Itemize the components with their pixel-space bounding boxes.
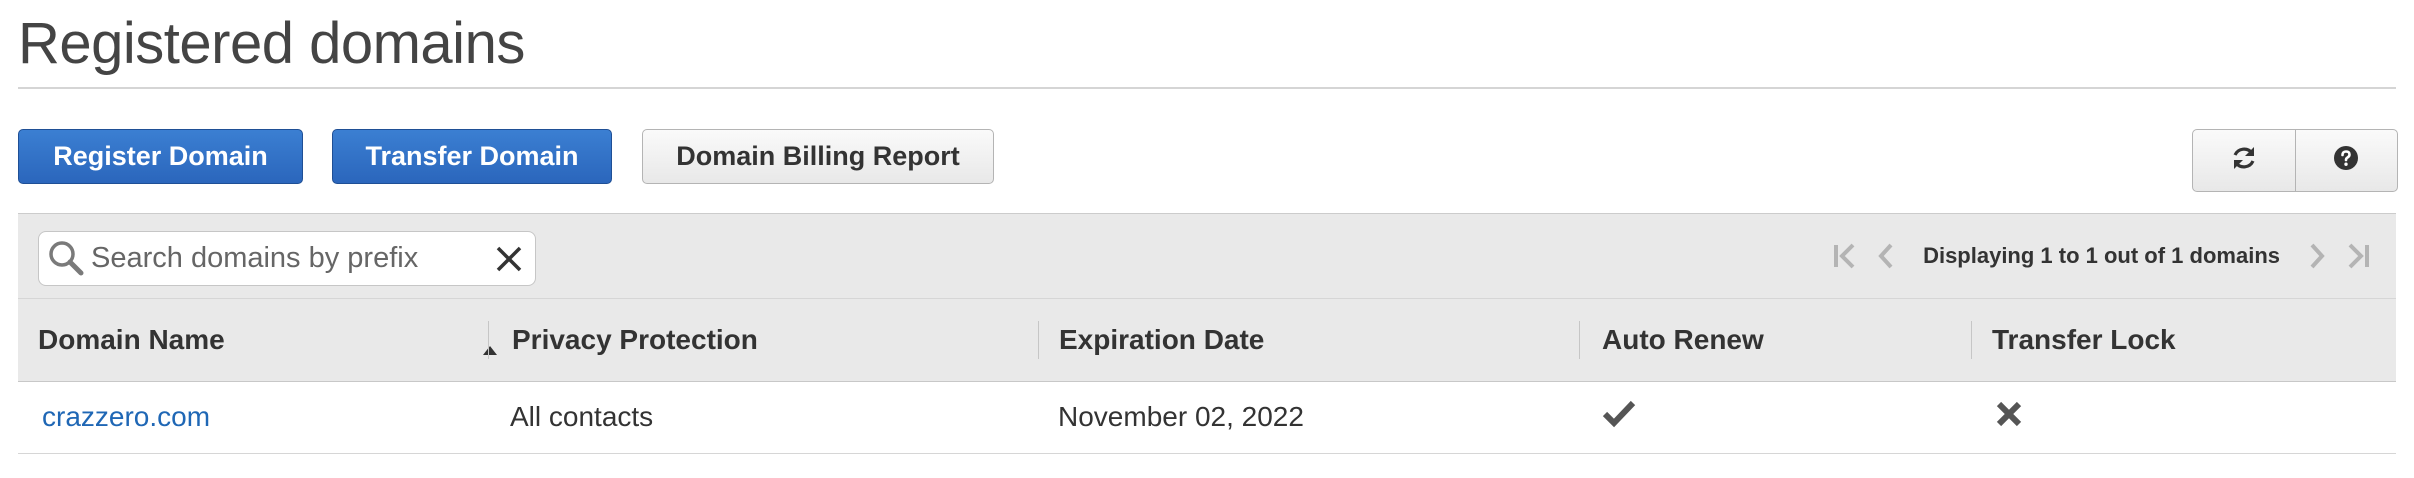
domain-link[interactable]: crazzero.com [42,401,210,433]
transfer-lock-cell [1994,381,2024,453]
table-toolbar: Displaying 1 to 1 out of 1 domains [18,213,2396,298]
column-label: Privacy Protection [512,324,758,355]
search-icon [47,239,85,282]
search-input[interactable] [91,232,471,285]
previous-page-icon[interactable] [1873,241,1899,271]
column-divider [1579,321,1580,359]
help-button[interactable] [2294,130,2398,191]
cross-icon [1994,399,2024,436]
column-header-domain-name[interactable]: Domain Name [38,299,498,381]
register-domain-button[interactable]: Register Domain [18,129,303,184]
pagination: Displaying 1 to 1 out of 1 domains [1825,214,2378,298]
column-label: Expiration Date [1059,324,1265,355]
domain-billing-report-button[interactable]: Domain Billing Report [642,129,994,184]
last-page-icon[interactable] [2342,241,2372,271]
privacy-protection-cell: All contacts [510,401,654,432]
column-header-privacy-protection[interactable]: Privacy Protection [512,299,1032,381]
refresh-button[interactable] [2193,130,2295,191]
column-label: Auto Renew [1602,324,1764,355]
registered-domains-page: Registered domains Register Domain Trans… [0,0,2414,478]
sort-ascending-icon [482,332,498,364]
utility-button-group [2192,129,2398,192]
pagination-status: Displaying 1 to 1 out of 1 domains [1923,243,2280,268]
page-title: Registered domains [18,11,525,76]
next-page-icon[interactable] [2304,241,2330,271]
transfer-domain-button[interactable]: Transfer Domain [332,129,612,184]
table-header: Domain Name Privacy Protection Expiratio… [18,298,2396,382]
auto-renew-cell [1602,381,1636,453]
column-header-expiration-date[interactable]: Expiration Date [1059,299,1579,381]
clear-search-icon[interactable] [493,243,525,280]
column-header-transfer-lock[interactable]: Transfer Lock [1992,299,2372,381]
table-row: crazzero.com All contacts November 02, 2… [18,381,2396,454]
title-divider [18,87,2396,89]
column-header-auto-renew[interactable]: Auto Renew [1602,299,1972,381]
help-icon [2333,145,2359,176]
first-page-icon[interactable] [1831,241,1861,271]
column-label: Domain Name [38,324,225,355]
column-divider [1038,321,1039,359]
expiration-date-cell: November 02, 2022 [1058,401,1304,432]
domain-name-cell: crazzero.com [42,381,210,453]
column-divider [1971,321,1972,359]
refresh-icon [2230,144,2258,177]
column-label: Transfer Lock [1992,324,2176,355]
column-divider [488,321,489,359]
checkmark-icon [1602,399,1636,436]
search-box [38,231,536,286]
